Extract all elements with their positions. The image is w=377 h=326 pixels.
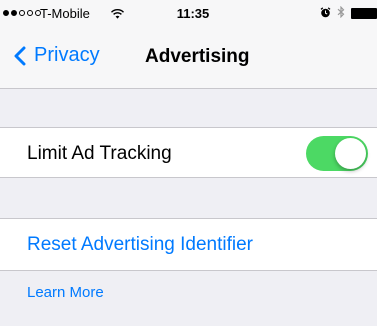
signal-strength-icon xyxy=(3,8,41,18)
bluetooth-icon xyxy=(337,5,345,21)
limit-ad-tracking-label: Limit Ad Tracking xyxy=(27,143,172,164)
wifi-icon xyxy=(111,7,124,22)
signal-dot xyxy=(27,10,33,16)
alarm-icon xyxy=(320,6,331,21)
reset-advertising-identifier-button[interactable]: Reset Advertising Identifier xyxy=(27,234,253,256)
status-bar: T-Mobile 11:35 xyxy=(0,0,377,27)
limit-ad-tracking-toggle[interactable] xyxy=(306,136,368,171)
page-title: Advertising xyxy=(145,46,250,67)
learn-more-link[interactable]: Learn More xyxy=(27,284,104,301)
navigation-bar: Privacy Advertising xyxy=(0,27,377,89)
status-time: 11:35 xyxy=(176,6,210,21)
carrier-name: T-Mobile xyxy=(40,6,90,21)
limit-ad-tracking-cell: Limit Ad Tracking xyxy=(0,127,377,178)
back-button[interactable]: Privacy xyxy=(14,44,100,67)
signal-dot xyxy=(3,10,9,16)
toggle-knob xyxy=(335,138,366,169)
signal-dot xyxy=(19,10,25,16)
back-button-label: Privacy xyxy=(34,44,100,66)
signal-dot xyxy=(11,10,17,16)
reset-advertising-identifier-cell[interactable]: Reset Advertising Identifier xyxy=(0,218,377,271)
battery-icon xyxy=(351,8,377,19)
status-right-icons xyxy=(320,5,377,21)
chevron-left-icon xyxy=(14,46,26,65)
